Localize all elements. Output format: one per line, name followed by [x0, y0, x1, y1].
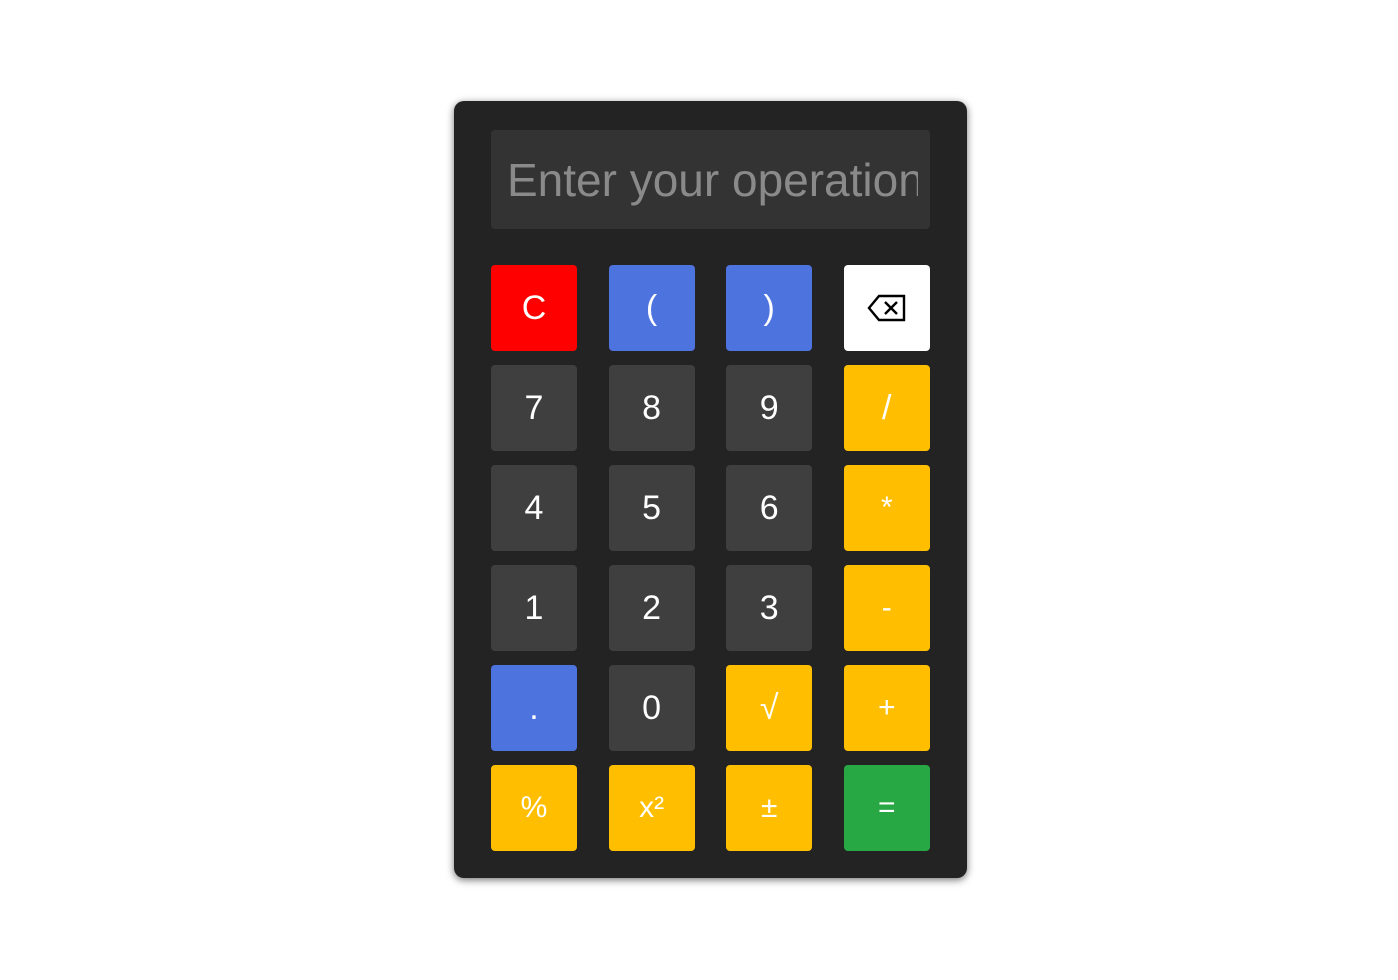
close-paren-button[interactable]: ) — [726, 265, 813, 351]
percent-button[interactable]: % — [491, 765, 577, 851]
multiply-button[interactable]: * — [843, 465, 930, 551]
square-button[interactable]: x² — [608, 765, 695, 851]
plus-minus-button[interactable]: ± — [726, 765, 813, 851]
digit-4-button[interactable]: 4 — [491, 465, 577, 551]
clear-button[interactable]: C — [491, 265, 577, 351]
divide-button[interactable]: / — [843, 365, 930, 451]
digit-9-button[interactable]: 9 — [726, 365, 813, 451]
subtract-button[interactable]: - — [843, 565, 930, 651]
backspace-button[interactable] — [843, 265, 930, 351]
digit-7-button[interactable]: 7 — [491, 365, 577, 451]
decimal-button[interactable]: . — [491, 665, 577, 751]
open-paren-button[interactable]: ( — [608, 265, 695, 351]
digit-2-button[interactable]: 2 — [608, 565, 695, 651]
digit-1-button[interactable]: 1 — [491, 565, 577, 651]
operation-display-input[interactable] — [491, 130, 930, 229]
digit-5-button[interactable]: 5 — [608, 465, 695, 551]
equals-button[interactable]: = — [843, 765, 930, 851]
add-button[interactable]: + — [843, 665, 930, 751]
square-root-button[interactable]: √ — [726, 665, 813, 751]
digit-6-button[interactable]: 6 — [726, 465, 813, 551]
digit-0-button[interactable]: 0 — [608, 665, 695, 751]
digit-3-button[interactable]: 3 — [726, 565, 813, 651]
calculator-panel: C ( ) 7 8 9 / 4 5 6 * 1 2 3 - . 0 √ + % … — [454, 101, 967, 878]
keypad: C ( ) 7 8 9 / 4 5 6 * 1 2 3 - . 0 √ + % … — [491, 265, 930, 851]
backspace-icon — [867, 294, 905, 322]
digit-8-button[interactable]: 8 — [608, 365, 695, 451]
